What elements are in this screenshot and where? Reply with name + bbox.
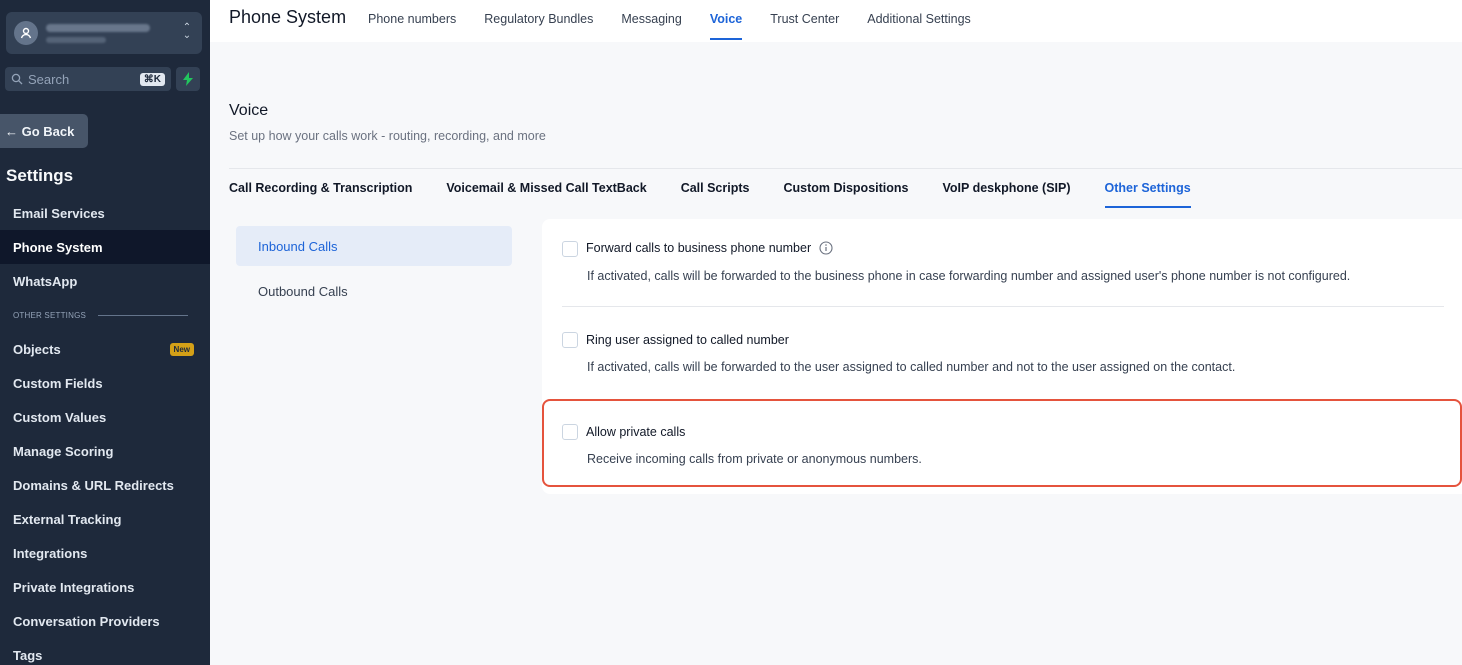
search-shortcut: ⌘K [139, 72, 165, 86]
sidebar-item-domains[interactable]: Domains & URL Redirects [0, 468, 210, 502]
search-placeholder: Search [28, 71, 70, 87]
tab-regulatory-bundles[interactable]: Regulatory Bundles [484, 0, 593, 42]
option-divider [562, 306, 1444, 307]
sidebar-item-external-tracking[interactable]: External Tracking [0, 502, 210, 536]
highlight-box [542, 399, 1462, 487]
go-back-button[interactable]: ← Go Back [0, 114, 88, 148]
settings-heading: Settings [6, 166, 74, 185]
account-switcher[interactable]: ⌃ ⌄ [6, 12, 202, 54]
option-label: Forward calls to business phone number [586, 241, 833, 255]
chevron-updown-icon: ⌃ ⌄ [182, 22, 192, 41]
account-name-redacted [46, 23, 180, 43]
bolt-icon [183, 72, 193, 86]
tab-voice[interactable]: Voice [709, 0, 743, 42]
quick-action-button[interactable] [176, 67, 200, 91]
tab-call-scripts[interactable]: Call Scripts [681, 180, 750, 209]
search-icon [11, 73, 23, 85]
tab-additional-settings[interactable]: Additional Settings [867, 0, 971, 42]
settings-nav: Email Services Phone System WhatsApp OTH… [0, 196, 210, 665]
sidebar-item-integrations[interactable]: Integrations [0, 536, 210, 570]
tab-voicemail[interactable]: Voicemail & Missed Call TextBack [446, 180, 646, 209]
sidebar-item-objects[interactable]: Objects New [0, 332, 210, 366]
nav-section-other-settings: OTHER SETTINGS [0, 298, 210, 332]
nav-section-label: OTHER SETTINGS [13, 310, 87, 320]
page-title: Phone System [229, 7, 347, 27]
tab-phone-numbers[interactable]: Phone numbers [368, 0, 456, 42]
sidebar-item-manage-scoring[interactable]: Manage Scoring [0, 434, 210, 468]
subnav-outbound-calls[interactable]: Outbound Calls [236, 271, 512, 311]
section-divider [98, 314, 189, 316]
tab-voip-deskphone[interactable]: VoIP deskphone (SIP) [942, 180, 1070, 209]
section-subtitle: Set up how your calls work - routing, re… [229, 129, 546, 143]
info-icon[interactable] [819, 241, 833, 255]
calls-subnav: Inbound Calls Outbound Calls [236, 226, 512, 316]
sidebar-item-label: Objects [13, 341, 61, 357]
tab-custom-dispositions[interactable]: Custom Dispositions [783, 180, 908, 209]
section-title: Voice [229, 102, 269, 119]
tab-call-recording[interactable]: Call Recording & Transcription [229, 180, 412, 209]
sidebar-item-custom-values[interactable]: Custom Values [0, 400, 210, 434]
sidebar-item-custom-fields[interactable]: Custom Fields [0, 366, 210, 400]
divider [229, 168, 1462, 169]
ring-user-description: If activated, calls will be forwarded to… [587, 360, 1236, 374]
forward-calls-checkbox[interactable] [562, 241, 578, 257]
forward-calls-description: If activated, calls will be forwarded to… [587, 269, 1351, 283]
top-tabs: Phone numbers Regulatory Bundles Messagi… [368, 0, 999, 42]
sidebar-item-conversation-providers[interactable]: Conversation Providers [0, 604, 210, 638]
subnav-inbound-calls[interactable]: Inbound Calls [236, 226, 512, 266]
forward-calls-label: Forward calls to business phone number [586, 241, 812, 255]
new-badge: New [169, 342, 194, 356]
top-bar: Phone System Phone numbers Regulatory Bu… [210, 0, 1462, 42]
sidebar-item-tags[interactable]: Tags [0, 638, 210, 665]
sidebar-item-phone-system[interactable]: Phone System [0, 230, 210, 264]
ring-user-checkbox[interactable] [562, 332, 578, 348]
search-box[interactable]: Search ⌘K [5, 67, 171, 91]
ring-user-label: Ring user assigned to called number [586, 333, 789, 347]
account-icon [14, 21, 38, 45]
sidebar-item-private-integrations[interactable]: Private Integrations [0, 570, 210, 604]
tab-other-settings[interactable]: Other Settings [1104, 180, 1191, 209]
tab-messaging[interactable]: Messaging [621, 0, 681, 42]
sidebar-item-whatsapp[interactable]: WhatsApp [0, 264, 210, 298]
sidebar: ⌃ ⌄ Search ⌘K ← Go Back Settings Email Se… [0, 0, 210, 665]
sidebar-item-email-services[interactable]: Email Services [0, 196, 210, 230]
voice-tabs: Call Recording & Transcription Voicemail… [229, 180, 1225, 209]
tab-trust-center[interactable]: Trust Center [770, 0, 839, 42]
